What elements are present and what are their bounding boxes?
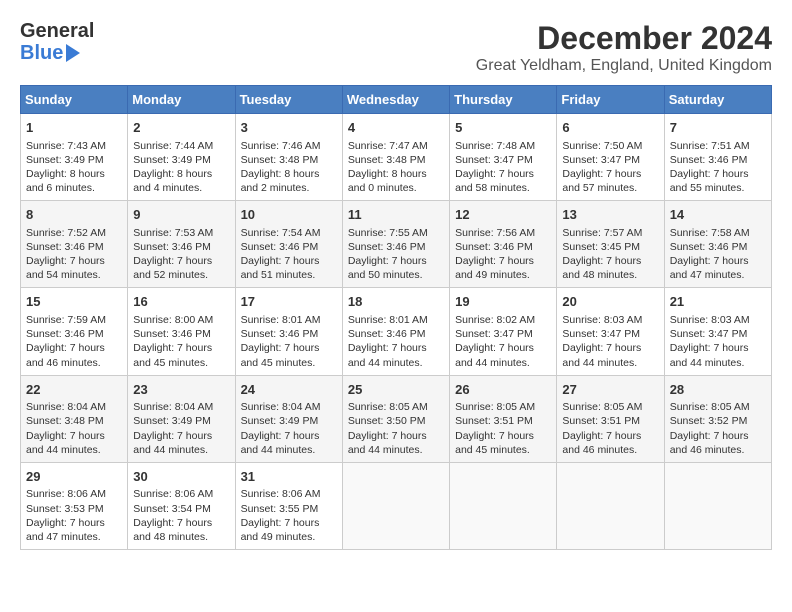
- title-block: December 2024 Great Yeldham, England, Un…: [476, 20, 772, 75]
- logo-line2: Blue: [20, 42, 94, 64]
- day-header: Thursday: [450, 86, 557, 114]
- day-number: 31: [241, 468, 337, 486]
- logo: General Blue: [20, 20, 94, 64]
- day-number: 18: [348, 293, 444, 311]
- calendar-cell: 15Sunrise: 7:59 AMSunset: 3:46 PMDayligh…: [21, 288, 128, 375]
- calendar-cell: 9Sunrise: 7:53 AMSunset: 3:46 PMDaylight…: [128, 201, 235, 288]
- day-number: 29: [26, 468, 122, 486]
- day-number: 1: [26, 119, 122, 137]
- calendar-cell: 22Sunrise: 8:04 AMSunset: 3:48 PMDayligh…: [21, 375, 128, 462]
- day-number: 13: [562, 206, 658, 224]
- calendar-cell: 30Sunrise: 8:06 AMSunset: 3:54 PMDayligh…: [128, 462, 235, 549]
- day-number: 9: [133, 206, 229, 224]
- day-header: Friday: [557, 86, 664, 114]
- calendar-cell: 18Sunrise: 8:01 AMSunset: 3:46 PMDayligh…: [342, 288, 449, 375]
- day-number: 21: [670, 293, 766, 311]
- calendar-header-row: SundayMondayTuesdayWednesdayThursdayFrid…: [21, 86, 772, 114]
- calendar-cell: 12Sunrise: 7:56 AMSunset: 3:46 PMDayligh…: [450, 201, 557, 288]
- calendar-week-row: 1Sunrise: 7:43 AMSunset: 3:49 PMDaylight…: [21, 114, 772, 201]
- page-header: General Blue December 2024 Great Yeldham…: [20, 20, 772, 75]
- day-number: 26: [455, 381, 551, 399]
- calendar-title: December 2024: [476, 20, 772, 57]
- day-number: 10: [241, 206, 337, 224]
- calendar-cell: 19Sunrise: 8:02 AMSunset: 3:47 PMDayligh…: [450, 288, 557, 375]
- calendar-cell: 2Sunrise: 7:44 AMSunset: 3:49 PMDaylight…: [128, 114, 235, 201]
- calendar-cell: 7Sunrise: 7:51 AMSunset: 3:46 PMDaylight…: [664, 114, 771, 201]
- calendar-subtitle: Great Yeldham, England, United Kingdom: [476, 57, 772, 75]
- day-number: 3: [241, 119, 337, 137]
- day-number: 24: [241, 381, 337, 399]
- calendar-cell: [450, 462, 557, 549]
- calendar-cell: 8Sunrise: 7:52 AMSunset: 3:46 PMDaylight…: [21, 201, 128, 288]
- logo-line1: General: [20, 20, 94, 42]
- logo-general: General: [20, 20, 94, 42]
- day-number: 6: [562, 119, 658, 137]
- calendar-cell: 27Sunrise: 8:05 AMSunset: 3:51 PMDayligh…: [557, 375, 664, 462]
- calendar-cell: 23Sunrise: 8:04 AMSunset: 3:49 PMDayligh…: [128, 375, 235, 462]
- day-header: Sunday: [21, 86, 128, 114]
- calendar-cell: 24Sunrise: 8:04 AMSunset: 3:49 PMDayligh…: [235, 375, 342, 462]
- day-number: 8: [26, 206, 122, 224]
- day-number: 7: [670, 119, 766, 137]
- day-header: Wednesday: [342, 86, 449, 114]
- day-number: 16: [133, 293, 229, 311]
- calendar-week-row: 8Sunrise: 7:52 AMSunset: 3:46 PMDaylight…: [21, 201, 772, 288]
- calendar-cell: 14Sunrise: 7:58 AMSunset: 3:46 PMDayligh…: [664, 201, 771, 288]
- day-number: 20: [562, 293, 658, 311]
- calendar-cell: 3Sunrise: 7:46 AMSunset: 3:48 PMDaylight…: [235, 114, 342, 201]
- day-number: 23: [133, 381, 229, 399]
- calendar-cell: 20Sunrise: 8:03 AMSunset: 3:47 PMDayligh…: [557, 288, 664, 375]
- calendar-table: SundayMondayTuesdayWednesdayThursdayFrid…: [20, 85, 772, 550]
- calendar-cell: 28Sunrise: 8:05 AMSunset: 3:52 PMDayligh…: [664, 375, 771, 462]
- day-number: 25: [348, 381, 444, 399]
- day-number: 22: [26, 381, 122, 399]
- calendar-week-row: 29Sunrise: 8:06 AMSunset: 3:53 PMDayligh…: [21, 462, 772, 549]
- calendar-cell: 31Sunrise: 8:06 AMSunset: 3:55 PMDayligh…: [235, 462, 342, 549]
- day-number: 11: [348, 206, 444, 224]
- calendar-cell: [664, 462, 771, 549]
- logo-blue-text: Blue: [20, 42, 63, 64]
- day-number: 2: [133, 119, 229, 137]
- calendar-week-row: 15Sunrise: 7:59 AMSunset: 3:46 PMDayligh…: [21, 288, 772, 375]
- calendar-cell: 6Sunrise: 7:50 AMSunset: 3:47 PMDaylight…: [557, 114, 664, 201]
- day-header: Saturday: [664, 86, 771, 114]
- calendar-cell: 29Sunrise: 8:06 AMSunset: 3:53 PMDayligh…: [21, 462, 128, 549]
- logo-arrow-icon: [66, 44, 80, 62]
- day-number: 12: [455, 206, 551, 224]
- calendar-cell: 17Sunrise: 8:01 AMSunset: 3:46 PMDayligh…: [235, 288, 342, 375]
- calendar-cell: 21Sunrise: 8:03 AMSunset: 3:47 PMDayligh…: [664, 288, 771, 375]
- calendar-cell: 26Sunrise: 8:05 AMSunset: 3:51 PMDayligh…: [450, 375, 557, 462]
- calendar-cell: 25Sunrise: 8:05 AMSunset: 3:50 PMDayligh…: [342, 375, 449, 462]
- day-number: 30: [133, 468, 229, 486]
- calendar-cell: 4Sunrise: 7:47 AMSunset: 3:48 PMDaylight…: [342, 114, 449, 201]
- day-header: Tuesday: [235, 86, 342, 114]
- calendar-cell: 5Sunrise: 7:48 AMSunset: 3:47 PMDaylight…: [450, 114, 557, 201]
- day-number: 27: [562, 381, 658, 399]
- day-number: 28: [670, 381, 766, 399]
- calendar-cell: [342, 462, 449, 549]
- day-number: 15: [26, 293, 122, 311]
- day-number: 17: [241, 293, 337, 311]
- calendar-body: 1Sunrise: 7:43 AMSunset: 3:49 PMDaylight…: [21, 114, 772, 550]
- day-header: Monday: [128, 86, 235, 114]
- calendar-cell: 1Sunrise: 7:43 AMSunset: 3:49 PMDaylight…: [21, 114, 128, 201]
- calendar-week-row: 22Sunrise: 8:04 AMSunset: 3:48 PMDayligh…: [21, 375, 772, 462]
- calendar-cell: 10Sunrise: 7:54 AMSunset: 3:46 PMDayligh…: [235, 201, 342, 288]
- day-number: 14: [670, 206, 766, 224]
- calendar-cell: [557, 462, 664, 549]
- calendar-cell: 13Sunrise: 7:57 AMSunset: 3:45 PMDayligh…: [557, 201, 664, 288]
- calendar-cell: 11Sunrise: 7:55 AMSunset: 3:46 PMDayligh…: [342, 201, 449, 288]
- calendar-cell: 16Sunrise: 8:00 AMSunset: 3:46 PMDayligh…: [128, 288, 235, 375]
- day-number: 5: [455, 119, 551, 137]
- day-number: 4: [348, 119, 444, 137]
- day-number: 19: [455, 293, 551, 311]
